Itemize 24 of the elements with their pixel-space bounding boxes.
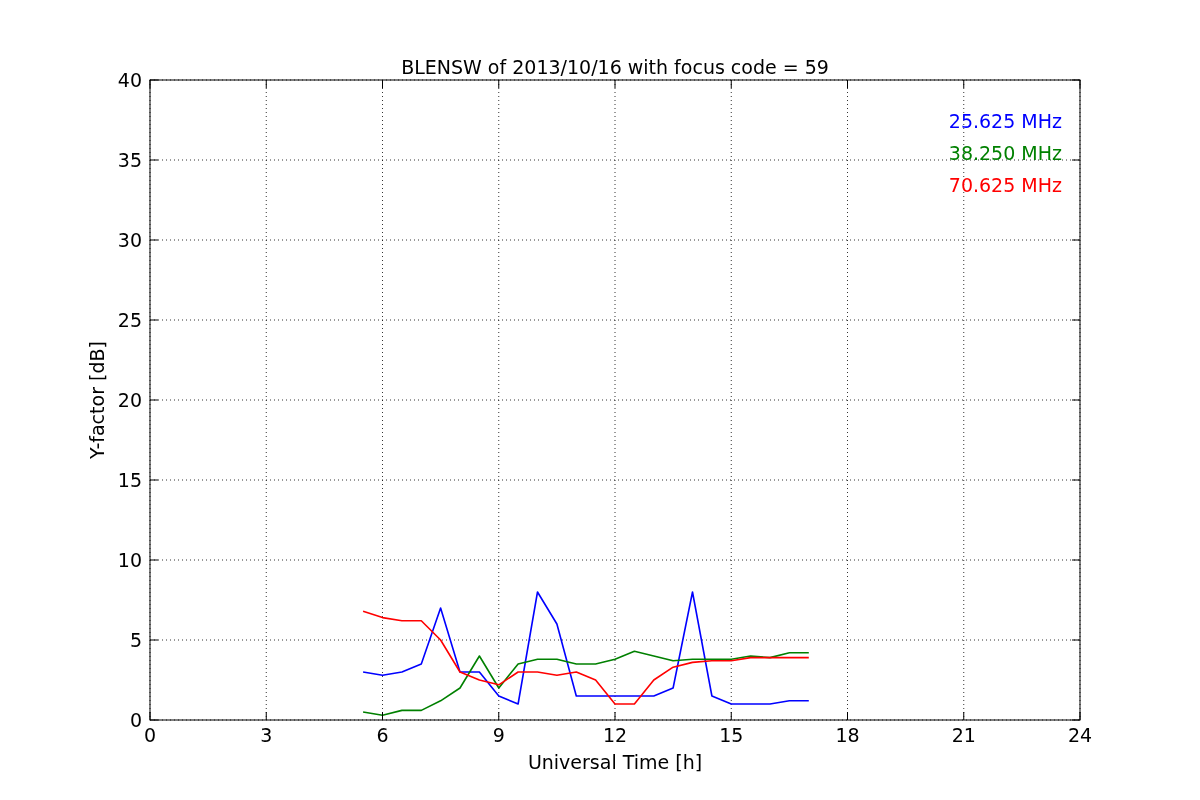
x-tick-label: 3 — [260, 724, 273, 746]
x-tick-label: 21 — [951, 724, 976, 746]
y-tick-label: 30 — [117, 229, 142, 251]
y-tick-label: 10 — [117, 549, 142, 571]
chart-title: BLENSW of 2013/10/16 with focus code = 59 — [401, 56, 829, 78]
x-tick-label: 0 — [143, 724, 157, 746]
legend-label: 70.625 MHz — [948, 174, 1062, 196]
x-tick-label: 9 — [492, 724, 505, 746]
y-tick-label: 15 — [117, 469, 142, 491]
x-tick-label: 6 — [376, 724, 389, 746]
x-tick-label: 12 — [602, 724, 628, 746]
x-tick-label: 15 — [719, 724, 744, 746]
x-tick-label: 18 — [835, 724, 860, 746]
x-axis-label: Universal Time [h] — [527, 751, 703, 773]
legend-label: 25.625 MHz — [948, 110, 1062, 132]
y-axis-label: Y-factor [dB] — [86, 341, 108, 459]
y-tick-label: 25 — [117, 309, 142, 331]
y-tick-label: 5 — [129, 629, 142, 651]
legend-label: 38.250 MHz — [948, 142, 1062, 164]
y-tick-label: 20 — [117, 389, 142, 411]
x-tick-label: 24 — [1067, 724, 1093, 746]
y-tick-label: 35 — [117, 149, 142, 171]
y-tick-label: 0 — [129, 709, 142, 731]
y-tick-label: 40 — [117, 69, 142, 91]
